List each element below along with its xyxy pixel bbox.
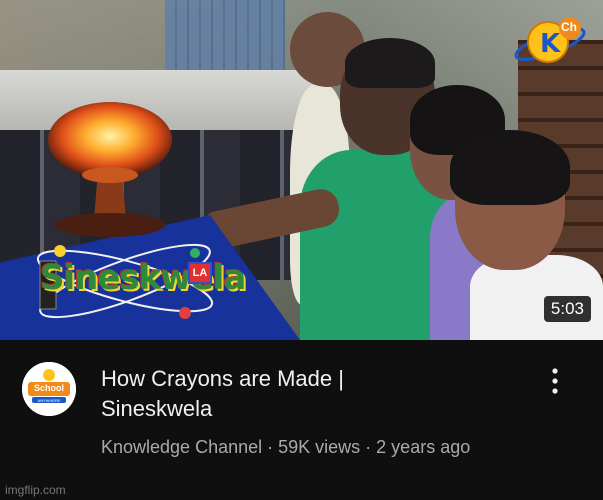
video-thumbnail[interactable]: K Ch Sineskwela LA 5:03 bbox=[0, 0, 603, 340]
mushroom-cloud-icon bbox=[48, 102, 172, 237]
person-2-hair bbox=[345, 38, 435, 88]
program-logo-text: Sineskwela bbox=[40, 258, 246, 298]
svg-text:K: K bbox=[540, 29, 561, 59]
channel-logo-text: Ch bbox=[561, 20, 577, 34]
video-title-line1: How Crayons are Made | bbox=[101, 366, 344, 391]
video-subline: Knowledge Channel · 59K views · 2 years … bbox=[101, 437, 470, 458]
watermark: imgflip.com bbox=[5, 483, 66, 497]
program-logo-badge: LA bbox=[188, 262, 212, 284]
channel-avatar[interactable]: School ANYWHERE bbox=[22, 362, 76, 416]
avatar-text-line1: School bbox=[33, 383, 64, 393]
separator-1: · bbox=[262, 437, 279, 457]
more-options-icon[interactable] bbox=[547, 366, 563, 396]
avatar-text-line2: ANYWHERE bbox=[37, 398, 61, 403]
video-title[interactable]: How Crayons are Made | Sineskwela bbox=[101, 364, 521, 424]
view-count: 59K views bbox=[278, 437, 361, 457]
person-4-hair bbox=[450, 130, 570, 205]
channel-name[interactable]: Knowledge Channel bbox=[101, 437, 262, 457]
duration-badge: 5:03 bbox=[543, 296, 591, 322]
upload-age: 2 years ago bbox=[376, 437, 471, 457]
channel-k-logo-icon: K bbox=[514, 17, 586, 63]
video-title-line2: Sineskwela bbox=[101, 396, 213, 421]
separator-2: · bbox=[360, 437, 377, 457]
